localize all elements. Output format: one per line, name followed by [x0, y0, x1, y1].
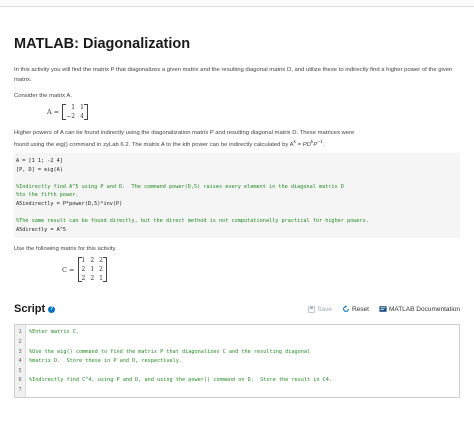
- reset-icon: [343, 305, 349, 313]
- matrix-a-equation: A = 1 1 −2 4: [47, 104, 460, 120]
- matrix-a-label: A =: [47, 108, 60, 116]
- script-heading: Script: [14, 303, 46, 316]
- editor-line[interactable]: [29, 338, 459, 348]
- script-header: Script ? Save Reset MATLAB Documentation: [14, 302, 460, 316]
- script-toolbar: Save Reset MATLAB Documentation: [308, 305, 460, 313]
- editor-line[interactable]: %Enter matrix C.: [29, 328, 459, 338]
- matrix-cell: 2: [81, 266, 86, 274]
- matrix-cell: 1: [80, 104, 84, 111]
- code-line: %The same result can be found directly, …: [16, 218, 369, 225]
- example-code-block: A = [1 1; -2 4] [P, D] = eig(A) %Indirect…: [14, 152, 460, 239]
- doc-label: MATLAB Documentation: [388, 305, 460, 313]
- code-line: A5indirectly = P*power(D,5)*inv(P): [16, 200, 123, 207]
- save-button[interactable]: Save: [308, 306, 332, 313]
- editor-line[interactable]: %Use the eig() command to find the matri…: [29, 348, 459, 358]
- matrix-cell: 2: [90, 275, 95, 283]
- line-number: 6: [18, 377, 22, 384]
- matlab-documentation-link[interactable]: MATLAB Documentation: [379, 305, 460, 313]
- top-bar: [0, 0, 474, 7]
- matrix-cell: 1: [90, 266, 95, 274]
- code-line: [P, D] = eig(A): [16, 166, 63, 173]
- save-icon: [308, 306, 315, 313]
- editor-line[interactable]: [29, 367, 459, 377]
- use-following-text: Use the following matrix for this activi…: [14, 246, 117, 253]
- editor-line[interactable]: [29, 386, 459, 396]
- higher-powers-line-2: found using the eig() command in zyLab 6…: [14, 141, 294, 148]
- matrix-cell: 4: [80, 113, 84, 120]
- matrix-a: 1 1 −2 4: [62, 104, 88, 120]
- editor-line[interactable]: %matrix D. Store these in P and D, respe…: [29, 357, 459, 367]
- line-number: 3: [18, 348, 22, 355]
- matrix-cell: 2: [81, 275, 86, 283]
- code-line: A5directly = A^5: [16, 226, 66, 233]
- page-title: MATLAB: Diagonalization: [14, 36, 191, 52]
- matrix-cell: 2: [90, 257, 95, 265]
- higher-powers-line-1: Higher powers of A can be found indirect…: [14, 130, 355, 136]
- consider-text: Consider the matrix A.: [14, 93, 72, 99]
- matrix-cell: −2: [66, 113, 76, 120]
- matrix-c-equation: C = 122212221: [62, 257, 460, 283]
- line-number: 5: [18, 367, 22, 374]
- line-number: 1: [18, 329, 22, 336]
- help-icon[interactable]: ?: [48, 305, 56, 313]
- reset-button[interactable]: Reset: [342, 305, 369, 313]
- code-line: %Indirectly find A^5 using P and D. The …: [16, 183, 344, 190]
- matrix-cell: 2: [99, 257, 103, 265]
- matrix-cell: 1: [81, 257, 86, 265]
- matrix-c-label: C =: [62, 265, 75, 274]
- activity-page: MATLAB: Diagonalization In this activity…: [0, 36, 474, 399]
- matrix-cell: 2: [99, 266, 103, 274]
- reset-label: Reset: [351, 305, 369, 313]
- line-number-gutter: 1 2 3 4 5 6 7: [15, 325, 26, 398]
- line-number: 4: [18, 358, 22, 365]
- formula-eq: = PD: [295, 141, 311, 148]
- matrix-c: 122212221: [77, 257, 107, 283]
- line-number: 7: [18, 386, 22, 393]
- matrix-cell: 1: [71, 104, 76, 111]
- line-number: 2: [18, 338, 22, 345]
- code-line: %to the fifth power.: [16, 192, 79, 199]
- code-line: A = [1 1; -2 4]: [16, 157, 63, 164]
- matrix-cell: 1: [99, 275, 103, 283]
- save-label: Save: [317, 305, 332, 313]
- script-editor[interactable]: 1 2 3 4 5 6 7 %Enter matrix C. %Use the eig() …: [14, 324, 460, 399]
- intro-text: In this activity you will find the matri…: [14, 67, 453, 83]
- formula-end: .: [322, 141, 325, 148]
- higher-powers-text: Higher powers of A can be found indirect…: [14, 128, 460, 150]
- matlab-doc-icon: [379, 306, 387, 313]
- editor-line[interactable]: %Indirectly find C^4, using P and D, and…: [29, 376, 459, 386]
- editor-lines[interactable]: %Enter matrix C. %Use the eig() command …: [26, 325, 459, 397]
